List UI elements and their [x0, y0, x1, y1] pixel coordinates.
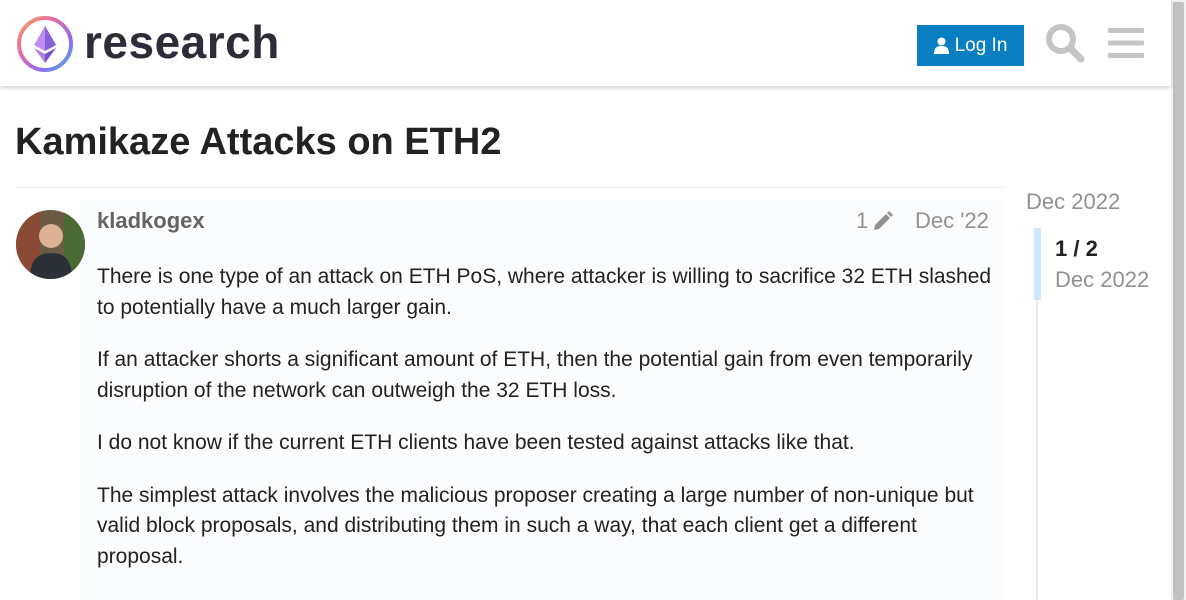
title-divider	[15, 187, 1004, 188]
user-icon	[933, 37, 949, 54]
pencil-icon	[874, 211, 894, 230]
post-date[interactable]: Dec '22	[915, 207, 989, 235]
search-icon[interactable]	[1044, 22, 1086, 64]
login-button[interactable]: Log In	[917, 25, 1024, 66]
site-header: research Log In	[0, 0, 1171, 86]
timeline-handle[interactable]	[1034, 228, 1041, 300]
timeline-position: 1 / 2	[1055, 236, 1098, 261]
login-label: Log In	[954, 34, 1008, 56]
scrollbar-thumb[interactable]	[1173, 2, 1184, 600]
ethereum-logo[interactable]	[16, 15, 74, 73]
edit-history-button[interactable]: 1	[856, 207, 894, 235]
menu-icon[interactable]	[1106, 22, 1148, 64]
timeline-current-date: Dec 2022	[1055, 267, 1150, 292]
avatar[interactable]	[16, 210, 85, 279]
post-body: There is one type of an attack on ETH Po…	[97, 262, 997, 594]
site-name[interactable]: research	[84, 14, 280, 70]
post-paragraph: I do not know if the current ETH clients…	[97, 431, 855, 454]
edit-count: 1	[856, 208, 869, 233]
post-username[interactable]: kladkogex	[97, 207, 205, 235]
timeline-start-date[interactable]: Dec 2022	[1026, 188, 1120, 216]
post-paragraph: The simplest attack involves the malicio…	[97, 483, 974, 568]
post-paragraph: There is one type of an attack on ETH Po…	[97, 265, 992, 319]
post-paragraph: If an attacker shorts a significant amou…	[97, 348, 973, 402]
topic-title[interactable]: Kamikaze Attacks on ETH2	[15, 118, 501, 166]
